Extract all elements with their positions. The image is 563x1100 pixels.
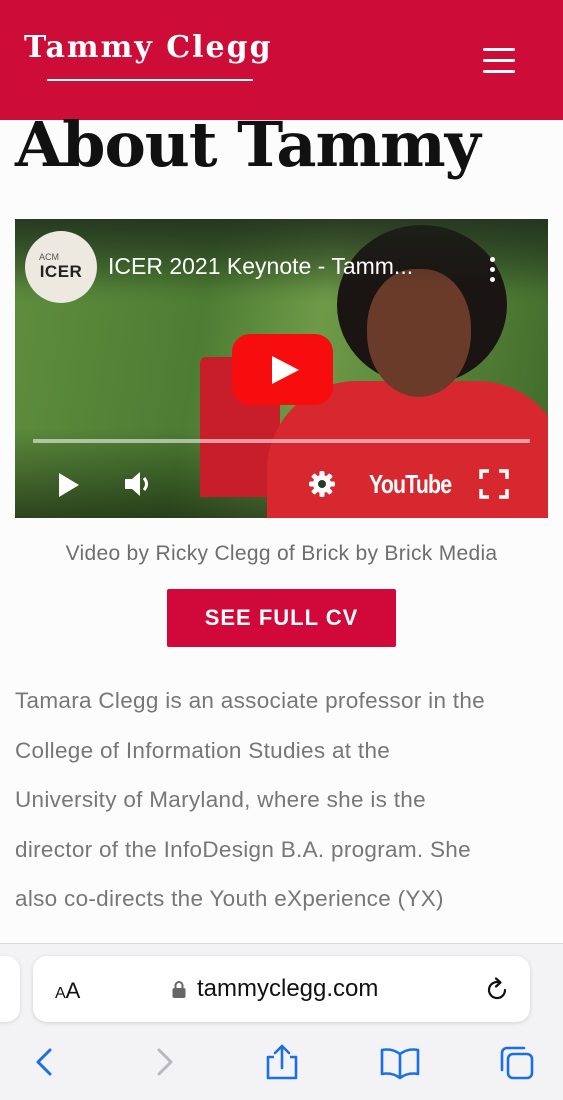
browser-toolbar: AA tammyclegg.com xyxy=(0,943,563,1100)
video-title[interactable]: ICER 2021 Keynote - Tamm... xyxy=(108,253,413,280)
fullscreen-icon[interactable] xyxy=(479,469,509,499)
volume-icon[interactable] xyxy=(123,469,157,499)
reload-icon[interactable] xyxy=(483,976,511,1004)
bio-line: College of Information Studies at the xyxy=(15,737,391,763)
site-brand[interactable]: Tammy Clegg xyxy=(24,30,273,65)
bio-text: Tamara Clegg is an associate professor i… xyxy=(15,676,555,924)
brand-underline xyxy=(47,79,253,81)
lock-icon xyxy=(172,980,186,998)
bio-line: University of Maryland, where she is the xyxy=(15,787,426,813)
share-icon[interactable] xyxy=(262,1044,302,1084)
tabs-icon[interactable] xyxy=(498,1044,538,1084)
see-full-cv-button[interactable]: SEE FULL CV xyxy=(167,589,396,647)
text-size-large-letter: A xyxy=(65,978,81,1003)
channel-logo-text: ICER xyxy=(39,262,83,281)
page-title: About Tammy xyxy=(15,108,481,181)
channel-logo[interactable]: ACM ICER xyxy=(25,231,97,303)
video-caption: Video by Ricky Clegg of Brick by Brick M… xyxy=(65,542,498,565)
video-player[interactable]: ACM ICER ICER 2021 Keynote - Tamm... You… xyxy=(15,219,548,518)
bio-line: director of the InfoDesign B.A. program.… xyxy=(15,836,471,862)
url-text[interactable]: tammyclegg.com xyxy=(197,975,378,1003)
bookmarks-icon[interactable] xyxy=(380,1044,420,1084)
play-button-icon[interactable] xyxy=(232,334,333,405)
hamburger-menu-icon[interactable] xyxy=(478,44,520,78)
text-size-button[interactable]: AA xyxy=(55,978,80,1004)
site-header: Tammy Clegg xyxy=(0,0,563,120)
bio-line: also co-directs the Youth eXperience (YX… xyxy=(15,886,444,912)
forward-chevron-icon[interactable] xyxy=(145,1044,185,1084)
text-size-small-letter: A xyxy=(55,985,66,1002)
more-vert-icon[interactable] xyxy=(485,255,499,285)
video-progress-bar[interactable] xyxy=(33,439,530,443)
youtube-wordmark[interactable]: YouTube xyxy=(369,469,452,500)
back-chevron-icon[interactable] xyxy=(25,1044,65,1084)
address-bar[interactable]: AA tammyclegg.com xyxy=(33,956,530,1022)
settings-gear-icon[interactable] xyxy=(307,469,337,499)
channel-logo-small-text: ACM xyxy=(39,252,59,262)
previous-tab-preview[interactable] xyxy=(0,956,20,1022)
bio-line: Tamara Clegg is an associate professor i… xyxy=(15,688,485,713)
play-icon[interactable] xyxy=(59,473,79,497)
